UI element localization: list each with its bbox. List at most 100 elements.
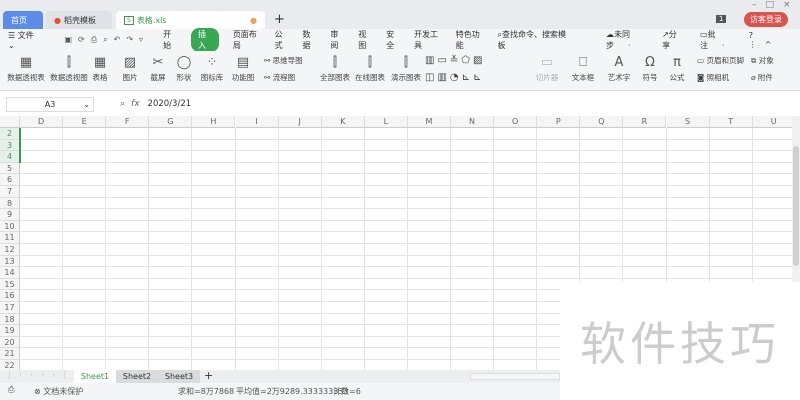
row-header[interactable]: 20 <box>0 336 20 349</box>
row-header[interactable]: 7 <box>0 186 20 198</box>
row-header[interactable]: 19 <box>0 325 20 337</box>
name-box[interactable]: A3 ⌄ <box>6 96 94 112</box>
menu-view[interactable]: 视图 <box>358 29 372 51</box>
column-header[interactable]: M <box>407 116 451 128</box>
row-header[interactable]: 8 <box>0 197 20 210</box>
menu-data[interactable]: 数据 <box>302 29 316 51</box>
column-header[interactable]: R <box>623 116 667 128</box>
search-command[interactable]: ⌕查找命令、搜索模板 <box>497 29 576 51</box>
chart-type-icons[interactable]: ▥▭≚⬠▨ <box>425 55 485 66</box>
column-header[interactable]: T <box>709 116 753 128</box>
window-controls[interactable]: –□× <box>752 0 800 10</box>
symbol-button[interactable]: Ω 符号 <box>638 55 662 83</box>
row-header[interactable]: 2 <box>0 128 20 140</box>
column-header[interactable]: S <box>666 116 710 128</box>
column-header[interactable]: N <box>451 116 495 128</box>
menu-features[interactable]: 特色功能 <box>456 29 484 51</box>
all-charts-button[interactable]: ⫿ 全部图表 <box>320 55 350 83</box>
table-button[interactable]: ▦ 表格 <box>90 55 110 83</box>
textbox-button[interactable]: ⎕ 文本框 <box>568 55 598 83</box>
picture-button[interactable]: ▨ 图片 <box>118 55 142 83</box>
file-menu[interactable]: ☰ 文件 ⌄ <box>8 30 50 50</box>
column-header[interactable]: O <box>494 116 538 128</box>
column-header[interactable]: D <box>20 116 64 128</box>
row-header[interactable]: 6 <box>0 174 20 186</box>
camera-button[interactable]: ◙ 照相机 <box>697 72 729 83</box>
formula-input[interactable]: 2020/3/21 <box>148 99 800 109</box>
column-header[interactable]: U <box>752 116 792 128</box>
icon-library-button[interactable]: ⁘ 图标库 <box>200 55 224 83</box>
column-header[interactable]: H <box>192 116 236 128</box>
gridline <box>320 128 322 370</box>
row-header[interactable]: 14 <box>0 267 20 279</box>
sheet-tab-2[interactable]: Sheet2 <box>116 370 158 383</box>
add-sheet-button[interactable]: + <box>204 369 213 382</box>
column-header[interactable]: E <box>63 116 107 128</box>
tab-file[interactable]: S 表格.xls ● <box>116 11 265 29</box>
row-header[interactable]: 15 <box>0 278 20 291</box>
formula-button[interactable]: π 公式 <box>665 55 689 83</box>
row-header[interactable]: 22 <box>0 360 20 370</box>
row-header[interactable]: 11 <box>0 232 20 244</box>
menu-review[interactable]: 审阅 <box>330 29 344 51</box>
pivot-chart-button[interactable]: ⫿ 数据透视图 <box>49 55 89 83</box>
mindmap-button[interactable]: ⚯ 思维导图 <box>264 55 303 66</box>
sync-button[interactable]: ☁未同步 · <box>606 29 648 51</box>
help-more-icons[interactable]: ?⋮^ <box>749 31 786 49</box>
row-header[interactable]: 21 <box>0 348 20 360</box>
tab-home[interactable]: 首页 <box>3 11 43 29</box>
row-header[interactable]: 16 <box>0 290 20 302</box>
chart-type-icons-2[interactable]: ◫▥◔⊾⊾ <box>425 72 484 83</box>
object-button[interactable]: ⧉ 对象 <box>751 55 774 66</box>
share-button[interactable]: ↗分享 <box>662 29 694 51</box>
column-header[interactable]: J <box>278 116 322 128</box>
menu-start[interactable]: 开始 <box>163 29 177 51</box>
column-header[interactable]: F <box>106 116 150 128</box>
login-button[interactable]: 访客登录 <box>744 12 788 27</box>
menu-page-layout[interactable]: 页面布局 <box>233 29 261 51</box>
online-chart-button[interactable]: ⫿ 在线图表 <box>355 55 385 83</box>
column-header[interactable]: P <box>537 116 581 128</box>
status-icon[interactable]: ⎙ <box>8 385 14 395</box>
shape-button[interactable]: ◯ 形状 <box>172 55 196 83</box>
comment-button[interactable]: ▭批注 · <box>700 29 735 51</box>
wordart-button[interactable]: A 艺术字 <box>604 55 634 83</box>
row-header[interactable]: 10 <box>0 220 20 233</box>
column-header[interactable]: L <box>364 116 408 128</box>
header-footer-button[interactable]: ▭ 页眉和页脚 <box>697 55 744 66</box>
row-header[interactable]: 9 <box>0 209 20 221</box>
slicer-button[interactable]: ▭ 切片器 <box>533 55 561 83</box>
select-all-corner[interactable] <box>0 116 20 128</box>
sheet-nav-arrows[interactable]: |‹‹››| <box>8 370 74 379</box>
column-header[interactable]: K <box>321 116 365 128</box>
pivot-table-button[interactable]: ▦ 数据透视表 <box>6 55 46 83</box>
attachment-button[interactable]: ⌀ 附件 <box>751 72 773 83</box>
column-header[interactable]: I <box>235 116 279 128</box>
zoom-icon[interactable]: ⌕ <box>120 99 125 109</box>
flowchart-button[interactable]: ⚯ 流程图 <box>264 72 295 83</box>
tab-docer[interactable]: ● 稻壳模板 <box>46 11 112 29</box>
row-header[interactable]: 5 <box>0 162 20 175</box>
column-header[interactable]: Q <box>580 116 624 128</box>
quick-access-icons[interactable]: ▣⟳⎙⌕↶↷▿ <box>64 35 149 45</box>
sheet-tab-1[interactable]: Sheet1 <box>74 370 116 383</box>
row-header[interactable]: 3 <box>0 139 20 152</box>
menu-insert[interactable]: 插入 <box>190 28 219 52</box>
horizontal-scrollbar[interactable] <box>470 373 560 380</box>
fx-button[interactable]: fx <box>131 99 140 109</box>
menu-formula[interactable]: 公式 <box>275 29 289 51</box>
function-chart-button[interactable]: ▤ 功能图 <box>229 55 257 83</box>
column-header[interactable]: G <box>149 116 193 128</box>
new-tab-button[interactable]: + <box>274 12 285 27</box>
row-header[interactable]: 4 <box>0 151 20 163</box>
row-header[interactable]: 12 <box>0 244 20 256</box>
row-header[interactable]: 18 <box>0 313 20 326</box>
row-header[interactable]: 13 <box>0 255 20 268</box>
menu-developer[interactable]: 开发工具 <box>414 29 442 51</box>
document-protection[interactable]: ⊗ 文档未保护 <box>34 386 83 397</box>
row-header[interactable]: 17 <box>0 302 20 314</box>
screenshot-button[interactable]: ✂ 截屏 <box>146 55 170 83</box>
demo-chart-button[interactable]: ⫿ 演示图表 <box>390 55 422 83</box>
menu-security[interactable]: 安全 <box>386 29 400 51</box>
sheet-tab-3[interactable]: Sheet3 <box>158 370 200 383</box>
